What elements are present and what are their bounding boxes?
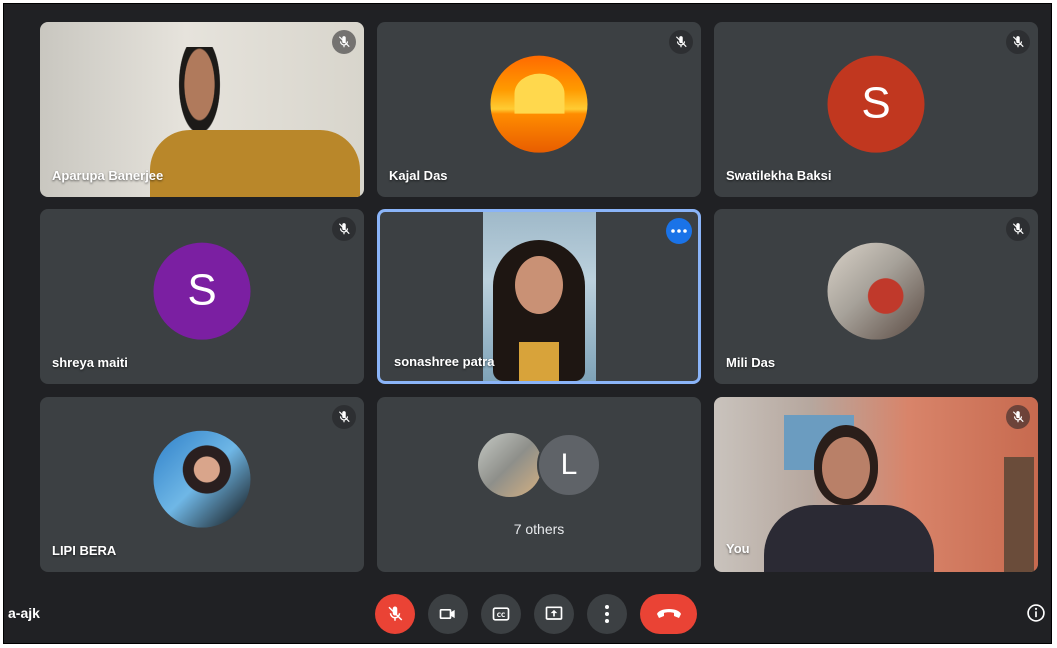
mic-off-icon	[669, 30, 693, 54]
sunset-avatar	[490, 55, 588, 153]
initial-avatar: S	[153, 242, 251, 340]
camera-toggle-button[interactable]	[428, 594, 468, 634]
mic-off-icon	[332, 30, 356, 54]
leave-call-button[interactable]	[640, 594, 697, 634]
closed-captions-icon: CC	[492, 607, 510, 621]
participant-tile-lipi[interactable]: LIPI BERA	[40, 397, 364, 572]
participant-tile-aparupa[interactable]: Aparupa Banerjee	[40, 22, 364, 197]
participant-name: Kajal Das	[389, 168, 448, 183]
photo-avatar	[153, 430, 251, 528]
others-count-label: 7 others	[513, 521, 565, 537]
mic-off-icon	[1006, 30, 1030, 54]
call-end-icon	[656, 609, 681, 618]
more-options-button[interactable]	[587, 594, 627, 634]
mic-toggle-button[interactable]	[375, 594, 415, 634]
others-photo-avatar	[478, 433, 542, 497]
participant-video	[483, 212, 596, 381]
others-tile[interactable]: L 7 others	[377, 397, 701, 572]
others-initial-avatar: L	[537, 433, 601, 497]
participant-tile-mili[interactable]: Mili Das	[714, 209, 1038, 384]
participant-name: You	[726, 541, 750, 556]
self-video	[714, 397, 1038, 572]
photo-avatar	[827, 242, 925, 340]
participant-tile-you[interactable]: You	[714, 397, 1038, 572]
participant-tile-sonashree[interactable]: sonashree patra	[377, 209, 701, 384]
participant-name: Swatilekha Baksi	[726, 168, 832, 183]
mic-off-icon	[1006, 217, 1030, 241]
initial-avatar: S	[827, 55, 925, 153]
meeting-window: Aparupa Banerjee Kajal Das S Swatilekha …	[3, 3, 1052, 644]
participant-name: shreya maiti	[52, 355, 128, 370]
mic-off-icon	[332, 405, 356, 429]
videocam-icon	[439, 609, 455, 619]
more-options-button[interactable]	[666, 218, 692, 244]
saree-shape	[150, 130, 360, 197]
present-screen-icon	[545, 606, 563, 620]
captions-button[interactable]: CC	[481, 594, 521, 634]
present-button[interactable]	[534, 594, 574, 634]
mic-off-icon	[332, 217, 356, 241]
participant-tile-swatilekha[interactable]: S Swatilekha Baksi	[714, 22, 1038, 197]
participant-name: LIPI BERA	[52, 543, 117, 558]
participant-name: Aparupa Banerjee	[52, 168, 164, 183]
meeting-code: a-ajk	[8, 605, 40, 621]
svg-text:CC: CC	[497, 613, 506, 619]
meeting-info-button[interactable]	[1025, 602, 1047, 624]
more-vert-icon	[605, 605, 609, 623]
more-horiz-icon	[671, 229, 687, 233]
mic-off-icon	[388, 606, 403, 621]
participant-tile-shreya[interactable]: S shreya maiti	[40, 209, 364, 384]
participant-name: sonashree patra	[394, 354, 495, 369]
participant-tile-kajal[interactable]: Kajal Das	[377, 22, 701, 197]
mic-off-icon	[1006, 405, 1030, 429]
participant-name: Mili Das	[726, 355, 776, 370]
info-icon	[1027, 604, 1045, 622]
